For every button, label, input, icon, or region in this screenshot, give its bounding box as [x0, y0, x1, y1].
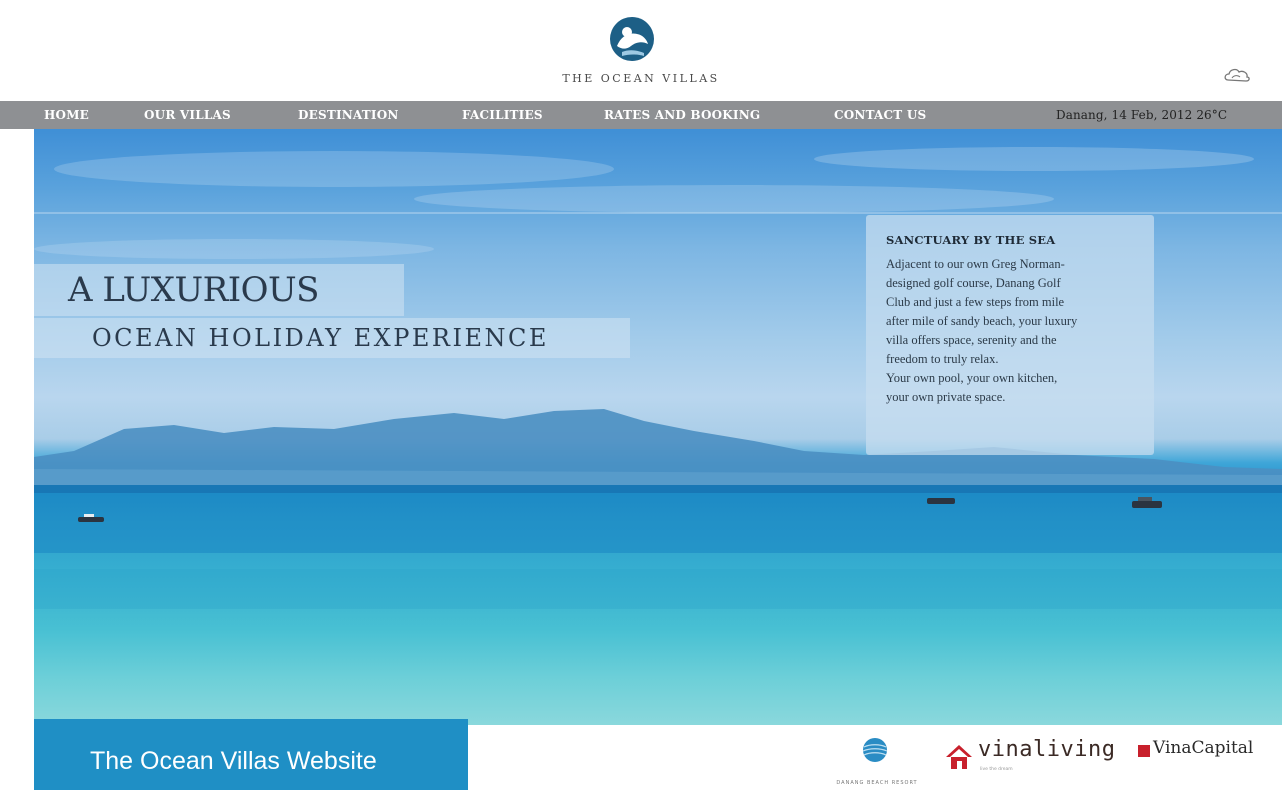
hero-banner: A LUXURIOUS OCEAN HOLIDAY EXPERIENCE SAN…	[34, 129, 1282, 725]
headline-text-2: OCEAN HOLIDAY EXPERIENCE	[92, 324, 549, 352]
vinacapital-wordmark: VinaCapital	[1153, 738, 1254, 758]
sanctuary-info-box: SANCTUARY BY THE SEA Adjacent to our own…	[866, 215, 1154, 455]
info-box-body: Adjacent to our own Greg Norman- designe…	[886, 255, 1136, 407]
danang-globe-icon	[862, 738, 888, 762]
info-line: designed golf course, Danang Golf	[886, 276, 1061, 290]
vinaliving-wordmark: vinaliving	[978, 737, 1116, 762]
info-line: after mile of sandy beach, your luxury	[886, 314, 1078, 328]
site-header: THE OCEAN VILLAS	[0, 0, 1282, 101]
info-box-title: SANCTUARY BY THE SEA	[886, 233, 1056, 247]
danang-logo-label: DANANG BEACH RESORT	[836, 780, 918, 786]
vinacapital-logo[interactable]: VinaCapital	[1138, 738, 1282, 768]
info-line: Your own pool, your own kitchen,	[886, 371, 1058, 385]
info-line: freedom to truly relax.	[886, 352, 999, 366]
nav-left-edge	[0, 101, 34, 129]
nav-item-facilities[interactable]: FACILITIES	[462, 108, 543, 122]
info-line: villa offers space, serenity and the	[886, 333, 1057, 347]
caption-text: The Ocean Villas Website	[90, 747, 377, 775]
headline-line-1: A LUXURIOUS	[34, 264, 404, 316]
website-caption-banner: The Ocean Villas Website	[34, 719, 468, 790]
headline-line-2: OCEAN HOLIDAY EXPERIENCE	[34, 318, 630, 358]
headline-text-1: A LUXURIOUS	[68, 270, 319, 310]
main-navigation: HOME OUR VILLAS DESTINATION FACILITIES R…	[34, 101, 1282, 129]
cloud-icon	[1224, 68, 1250, 82]
nav-item-destination[interactable]: DESTINATION	[298, 108, 399, 122]
date-weather-readout: Danang, 14 Feb, 2012 26°C	[1056, 108, 1228, 122]
vinaliving-tagline: live the dream	[980, 767, 1013, 772]
vinaliving-logo[interactable]: vinaliving live the dream	[944, 737, 1124, 787]
info-line: Club and just a few steps from mile	[886, 295, 1065, 309]
danang-beach-resort-logo[interactable]: DANANG BEACH RESORT	[832, 737, 922, 787]
vinaliving-house-icon	[946, 745, 972, 769]
nav-item-rates-and-booking[interactable]: RATES AND BOOKING	[604, 108, 760, 122]
nav-item-home[interactable]: HOME	[44, 108, 89, 122]
nav-item-contact-us[interactable]: CONTACT US	[834, 108, 926, 122]
nav-item-our-villas[interactable]: OUR VILLAS	[144, 108, 231, 122]
info-line: your own private space.	[886, 390, 1006, 404]
ocean-villas-emblem-icon[interactable]	[609, 16, 655, 62]
site-logo-text[interactable]: THE OCEAN VILLAS	[0, 72, 1282, 85]
vinacapital-mark-icon	[1138, 745, 1150, 757]
info-line: Adjacent to our own Greg Norman-	[886, 257, 1065, 271]
